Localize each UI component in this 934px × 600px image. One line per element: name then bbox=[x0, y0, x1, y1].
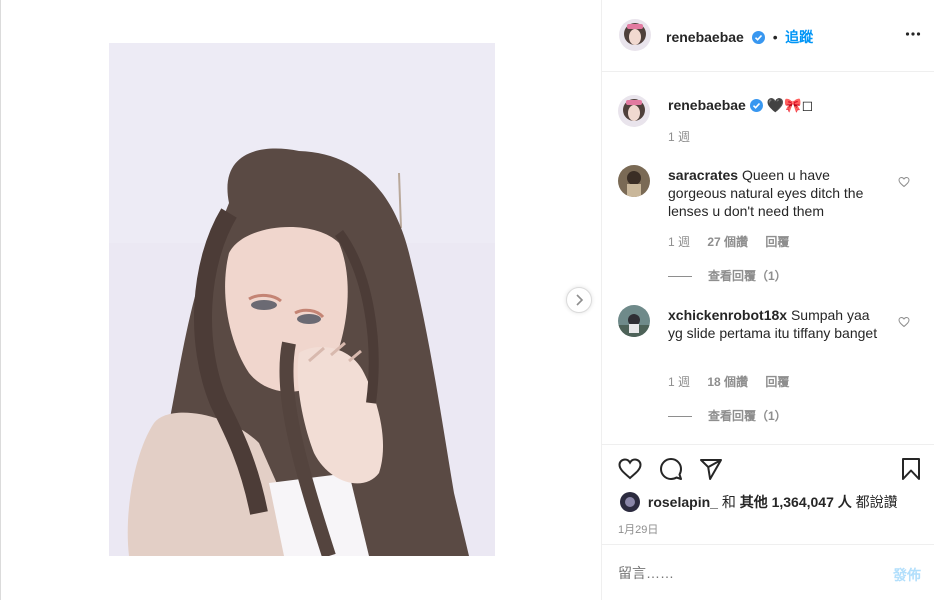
photo-illustration bbox=[109, 43, 495, 556]
heart-icon bbox=[898, 316, 910, 328]
author-username[interactable]: renebaebae bbox=[666, 29, 744, 45]
comments-list: renebaebae 🖤🎀◻ 1 週 saracrates Queen u ha… bbox=[602, 72, 934, 444]
caption-item: renebaebae 🖤🎀◻ 1 週 bbox=[618, 95, 918, 145]
likes-suffix: 都說讚 bbox=[855, 494, 898, 510]
likes-count[interactable]: 其他 1,364,047 人 bbox=[740, 494, 852, 510]
comment-username[interactable]: saracrates bbox=[668, 167, 738, 183]
caption-meta: 1 週 bbox=[668, 128, 704, 145]
likes-summary: roselapin_ 和 其他 1,364,047 人 都說讚 bbox=[620, 492, 898, 512]
reply-button[interactable]: 回覆 bbox=[765, 375, 789, 389]
caption-time[interactable]: 1 週 bbox=[668, 130, 690, 144]
post-header: renebaebae • 追蹤 bbox=[602, 0, 934, 72]
heart-icon bbox=[618, 458, 642, 480]
comment-username[interactable]: xchickenrobot18x bbox=[668, 307, 787, 323]
comment-composer: 發佈 bbox=[602, 544, 934, 600]
comment-text: xchickenrobot18x Sumpah yaa yg slide per… bbox=[668, 306, 880, 342]
caption-text: renebaebae 🖤🎀◻ bbox=[668, 96, 908, 116]
avatar[interactable] bbox=[620, 492, 640, 512]
like-comment-button[interactable] bbox=[898, 175, 910, 188]
commenter-avatar-image bbox=[618, 165, 650, 197]
heart-icon bbox=[898, 176, 910, 188]
next-slide-button[interactable] bbox=[566, 287, 592, 313]
follow-button[interactable]: 追蹤 bbox=[785, 29, 813, 45]
more-options-button[interactable] bbox=[905, 26, 921, 42]
avatar[interactable] bbox=[618, 305, 650, 337]
replies-divider bbox=[668, 416, 692, 418]
post-comment-button[interactable]: 發佈 bbox=[893, 565, 921, 585]
likes-and: 和 bbox=[721, 494, 736, 510]
comment-likes[interactable]: 27 個讚 bbox=[707, 235, 748, 249]
avatar[interactable] bbox=[618, 95, 650, 127]
share-button[interactable] bbox=[699, 457, 723, 481]
comment-meta: 1 週 27 個讚 回覆 bbox=[668, 233, 803, 250]
view-replies-button[interactable]: 查看回覆（1） bbox=[668, 407, 787, 424]
verified-icon bbox=[749, 98, 763, 116]
reply-button[interactable]: 回覆 bbox=[765, 235, 789, 249]
post-date[interactable]: 1月29日 bbox=[618, 521, 658, 537]
liker-avatar-image bbox=[620, 492, 640, 512]
more-icon bbox=[905, 32, 921, 36]
comment-button[interactable] bbox=[659, 457, 683, 481]
post-photo[interactable] bbox=[109, 43, 495, 556]
like-comment-button[interactable] bbox=[898, 315, 910, 328]
post-actions: roselapin_ 和 其他 1,364,047 人 都說讚 1月29日 bbox=[602, 444, 934, 544]
view-replies-label: 查看回覆（1） bbox=[708, 269, 787, 283]
comment-likes[interactable]: 18 個讚 bbox=[707, 375, 748, 389]
like-button[interactable] bbox=[618, 457, 642, 481]
replies-divider bbox=[668, 276, 692, 278]
view-replies-button[interactable]: 查看回覆（1） bbox=[668, 267, 787, 284]
comment-time[interactable]: 1 週 bbox=[668, 375, 690, 389]
caption-username[interactable]: renebaebae bbox=[668, 97, 746, 113]
avatar[interactable] bbox=[619, 19, 651, 51]
commenter-avatar-image bbox=[618, 305, 650, 337]
comment-text: saracrates Queen u have gorgeous natural… bbox=[668, 166, 880, 220]
comment-input[interactable] bbox=[618, 565, 868, 581]
comment-time[interactable]: 1 週 bbox=[668, 235, 690, 249]
chevron-right-icon bbox=[576, 294, 584, 306]
caption-avatar-image bbox=[618, 95, 650, 127]
verified-icon bbox=[752, 31, 766, 49]
comment-meta: 1 週 18 個讚 回覆 bbox=[668, 373, 803, 390]
separator-dot: • bbox=[772, 29, 778, 45]
avatar[interactable] bbox=[618, 165, 650, 197]
comment-item: xchickenrobot18x Sumpah yaa yg slide per… bbox=[618, 305, 918, 435]
header-author-line: renebaebae • 追蹤 bbox=[666, 27, 813, 49]
liker-username[interactable]: roselapin_ bbox=[648, 494, 718, 510]
save-button[interactable] bbox=[899, 457, 923, 481]
comment-item: saracrates Queen u have gorgeous natural… bbox=[618, 165, 918, 295]
share-icon bbox=[700, 459, 722, 480]
author-avatar-image bbox=[619, 19, 651, 51]
media-viewer bbox=[0, 0, 601, 600]
comment-icon bbox=[660, 458, 682, 480]
bookmark-icon bbox=[902, 458, 920, 480]
view-replies-label: 查看回覆（1） bbox=[708, 409, 787, 423]
post-panel: renebaebae • 追蹤 renebaebae 🖤🎀◻ 1 週 sarac… bbox=[601, 0, 934, 600]
caption-body: 🖤🎀◻ bbox=[766, 97, 814, 113]
